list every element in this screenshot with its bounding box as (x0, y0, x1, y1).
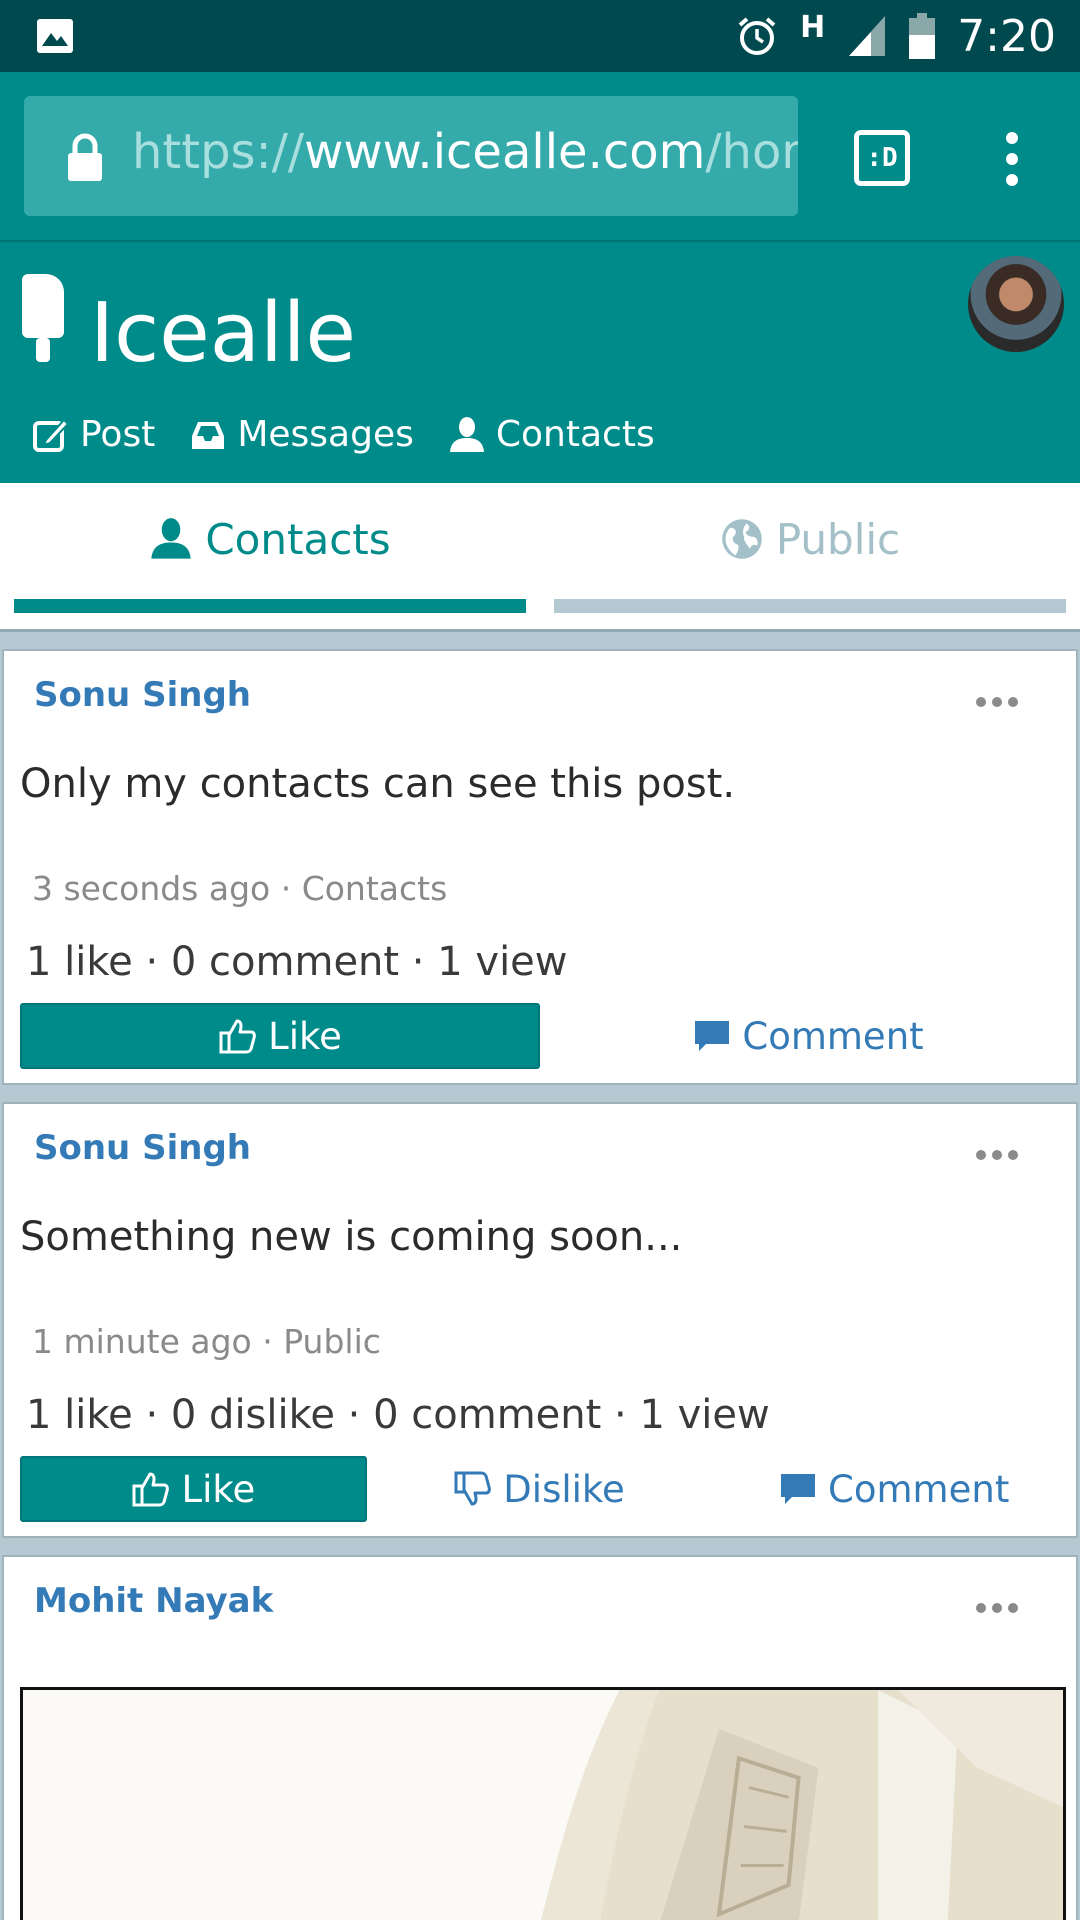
comment-icon (695, 1021, 730, 1051)
post-time: 1 minute ago (32, 1322, 252, 1361)
post-audience: Contacts (301, 869, 448, 908)
edit-icon (33, 418, 70, 452)
divider (0, 629, 1080, 632)
address-bar[interactable]: https://www.icealle.com/home (24, 96, 798, 216)
nav-post[interactable]: Post (32, 414, 155, 455)
battery-icon (909, 13, 936, 59)
post-text: Only my contacts can see this post. (20, 761, 736, 807)
image-notification-icon (37, 19, 73, 53)
more-options-icon[interactable] (976, 1603, 1018, 1613)
tab-public[interactable]: Public (554, 483, 1066, 629)
post-photo (23, 1690, 1063, 1920)
comment-label: Comment (828, 1467, 1010, 1511)
lock-icon (68, 133, 102, 181)
feed-tabs: Contacts Public (0, 483, 1080, 629)
tab-switcher-button[interactable]: :D (854, 130, 910, 186)
user-icon (449, 416, 484, 452)
like-label: Like (268, 1014, 342, 1058)
post-meta: 3 seconds ago · Contacts (32, 869, 447, 908)
tab-public-label: Public (775, 514, 901, 564)
dislike-button[interactable]: Dislike (367, 1456, 712, 1522)
comment-button[interactable]: Comment (540, 1003, 1076, 1069)
app-header: Icealle Post Messages Contacts (0, 240, 1080, 483)
avatar[interactable] (968, 256, 1064, 352)
post-author[interactable]: Sonu Singh (34, 1128, 251, 1168)
signal-icon (849, 16, 886, 56)
tab-contacts-indicator (14, 599, 526, 613)
tab-contacts[interactable]: Contacts (14, 483, 526, 629)
url-path: /home (705, 124, 798, 180)
thumbs-down-icon (454, 1471, 492, 1506)
post-time: 3 seconds ago (32, 869, 271, 908)
post-author[interactable]: Mohit Nayak (34, 1581, 273, 1621)
url-scheme: https:// (132, 124, 305, 180)
nav-contacts-label: Contacts (495, 414, 655, 455)
url-text: https://www.icealle.com/home (132, 124, 798, 180)
user-icon (151, 518, 192, 559)
post-image[interactable] (20, 1687, 1066, 1920)
feed-post: Sonu Singh Only my contacts can see this… (2, 649, 1078, 1085)
like-label: Like (181, 1467, 256, 1511)
more-options-icon[interactable] (976, 697, 1018, 707)
popsicle-logo-icon (22, 274, 64, 362)
clock: 7:20 (957, 10, 1056, 62)
brand-name[interactable]: Icealle (90, 286, 356, 381)
post-actions: Like Dislike Comment (20, 1456, 1076, 1522)
nav-messages-label: Messages (237, 414, 414, 455)
alarm-icon (738, 17, 776, 55)
more-options-icon[interactable] (976, 1150, 1018, 1160)
thumbs-up-icon (132, 1472, 170, 1507)
feed-post: Sonu Singh Something new is coming soon.… (2, 1102, 1078, 1538)
post-stats: 1 like · 0 dislike · 0 comment · 1 view (26, 1392, 770, 1438)
like-button[interactable]: Like (20, 1003, 541, 1069)
comment-label: Comment (742, 1014, 924, 1058)
thumbs-up-icon (219, 1019, 256, 1054)
comment-icon (781, 1474, 816, 1504)
browser-menu-icon[interactable] (990, 132, 1034, 188)
browser-toolbar: https://www.icealle.com/home :D (0, 72, 1080, 240)
status-bar: H 7:20 (0, 0, 1080, 72)
post-actions: Like Comment (20, 1003, 1076, 1069)
tab-contacts-label: Contacts (205, 514, 391, 564)
post-audience: Public (283, 1322, 381, 1361)
meta-separator: · (270, 869, 302, 908)
comment-button[interactable]: Comment (711, 1456, 1076, 1522)
main-nav: Post Messages Contacts (32, 414, 655, 455)
globe-icon (722, 519, 762, 559)
post-author[interactable]: Sonu Singh (34, 675, 251, 715)
post-text: Something new is coming soon... (20, 1214, 683, 1260)
post-meta: 1 minute ago · Public (32, 1322, 381, 1361)
nav-messages[interactable]: Messages (189, 414, 414, 455)
inbox-icon (192, 421, 225, 449)
post-stats: 1 like · 0 comment · 1 view (26, 939, 568, 985)
network-type: H (800, 9, 826, 45)
tab-public-indicator (554, 599, 1066, 613)
nav-contacts[interactable]: Contacts (448, 414, 655, 455)
meta-separator: · (251, 1322, 284, 1361)
like-button[interactable]: Like (20, 1456, 367, 1522)
nav-post-label: Post (80, 414, 156, 455)
feed-post: Mohit Nayak (2, 1555, 1078, 1920)
url-host: www.icealle.com (304, 124, 706, 180)
dislike-label: Dislike (503, 1467, 625, 1511)
